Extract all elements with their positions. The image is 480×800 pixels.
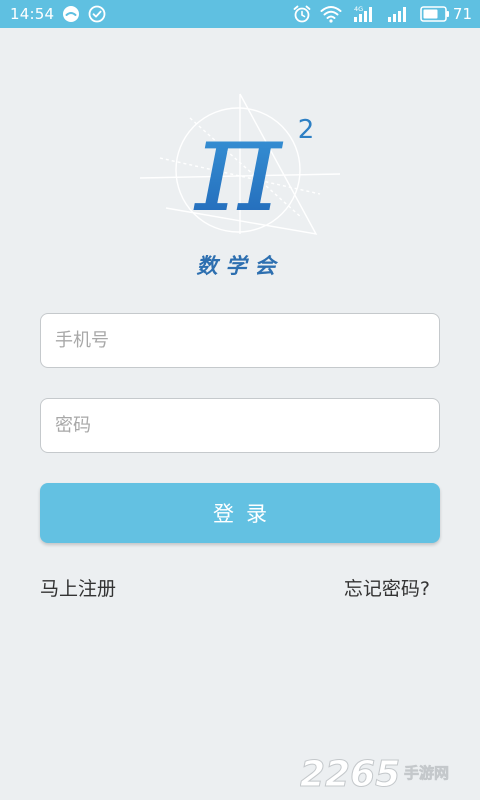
battery-level: 71 bbox=[452, 5, 472, 23]
status-right: 4G 71 bbox=[292, 0, 472, 28]
wifi-icon bbox=[320, 6, 342, 23]
chat-bubble-icon bbox=[63, 6, 80, 22]
status-time: 14:54 bbox=[10, 5, 55, 23]
login-button[interactable]: 登录 bbox=[40, 483, 440, 543]
watermark-logo: 2265 手游网 bbox=[300, 754, 449, 793]
alarm-clock-icon bbox=[293, 5, 311, 23]
logo-superscript: 2 bbox=[298, 115, 315, 145]
cell-signal-icon-2 bbox=[387, 7, 406, 22]
app-logo: π 2 bbox=[139, 88, 341, 238]
battery-icon bbox=[420, 6, 449, 22]
watermark-text: 手游网 bbox=[404, 764, 449, 782]
forgot-password-link[interactable]: 忘记密码? bbox=[344, 574, 430, 601]
cell-signal-icon: 4G bbox=[353, 5, 372, 22]
phone-input[interactable] bbox=[40, 313, 440, 368]
register-link[interactable]: 马上注册 bbox=[40, 574, 116, 601]
status-left: 14:54 bbox=[10, 0, 106, 28]
status-bar: 14:54 4G 71 bbox=[0, 0, 480, 28]
watermark-number: 2265 bbox=[300, 754, 400, 792]
app-name: 数学会 bbox=[196, 253, 284, 278]
battery: 71 bbox=[420, 5, 472, 23]
network-type-label: 4G bbox=[354, 5, 363, 13]
check-circle-icon bbox=[88, 5, 106, 23]
password-input[interactable] bbox=[40, 398, 440, 453]
logo-pi-symbol: π bbox=[193, 88, 284, 238]
